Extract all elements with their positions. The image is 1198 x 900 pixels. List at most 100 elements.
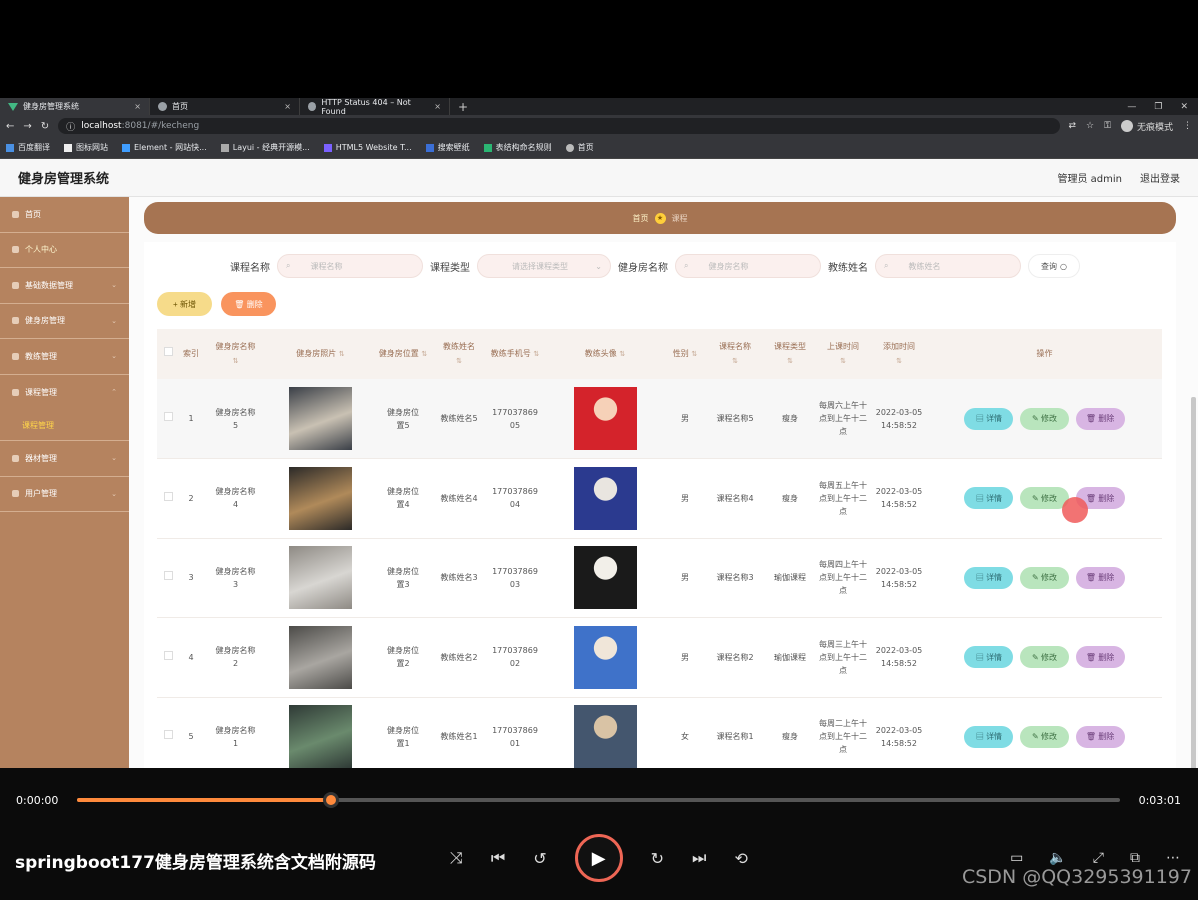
sidebar-item-equipment[interactable]: 器材管理 ⌄: [0, 441, 129, 477]
sidebar-item-coach[interactable]: 教练管理 ⌄: [0, 339, 129, 375]
detail-button[interactable]: ▤ 详情: [964, 487, 1014, 510]
logout-link[interactable]: 退出登录: [1140, 170, 1180, 185]
menu-icon[interactable]: ⋮: [1183, 121, 1192, 131]
edit-button[interactable]: ✎ 修改: [1020, 407, 1069, 430]
tab-gym-system[interactable]: 健身房管理系统 ×: [0, 98, 150, 115]
key-icon[interactable]: ⚿: [1104, 121, 1111, 131]
select-all-checkbox[interactable]: [163, 347, 173, 356]
progress-handle[interactable]: [323, 792, 339, 808]
sidebar-item-gym[interactable]: 健身房管理 ⌄: [0, 304, 129, 339]
query-button[interactable]: 查询 ○: [1028, 254, 1080, 278]
tab-home[interactable]: 首页 ×: [150, 98, 300, 115]
close-icon[interactable]: ×: [284, 102, 291, 111]
star-icon[interactable]: ☆: [1086, 121, 1094, 131]
col-gender[interactable]: 性别 ⇅: [665, 329, 705, 379]
row-checkbox[interactable]: [163, 412, 173, 421]
back-icon[interactable]: ←: [6, 121, 14, 132]
coach-icon: [12, 352, 19, 360]
sidebar-item-base-data[interactable]: 基础数据管理 ⌄: [0, 268, 129, 304]
detail-button[interactable]: ▤ 详情: [964, 646, 1014, 669]
coach-name-input[interactable]: ⌕ 教练姓名: [875, 254, 1021, 278]
progress-bar[interactable]: [77, 798, 1120, 802]
row-delete-button[interactable]: 🗑 删除: [1075, 725, 1125, 748]
sidebar-item-course[interactable]: 课程管理 ⌃: [0, 375, 129, 411]
minimize-icon[interactable]: —: [1127, 102, 1136, 112]
detail-button[interactable]: ▤ 详情: [964, 407, 1014, 430]
previous-icon[interactable]: ⏮: [491, 848, 505, 868]
edit-button[interactable]: ✎ 修改: [1020, 646, 1069, 669]
bookmark-item[interactable]: Element - 网站快...: [122, 142, 207, 153]
edit-button[interactable]: ✎ 修改: [1020, 566, 1069, 589]
row-delete-button[interactable]: 🗑 删除: [1075, 566, 1125, 589]
bookmark-item[interactable]: 百度翻译: [6, 142, 50, 153]
row-delete-button[interactable]: 🗑 删除: [1075, 407, 1125, 430]
user-icon: [12, 246, 19, 254]
rewind-10-icon[interactable]: ↺: [533, 849, 546, 868]
incognito-indicator[interactable]: 无痕模式: [1120, 120, 1173, 133]
course-type-select[interactable]: 请选择课程类型 ⌄: [477, 254, 611, 278]
url-path: :8081/#/kecheng: [121, 121, 200, 131]
fullscreen-icon[interactable]: ⤢: [1093, 850, 1104, 866]
close-window-icon[interactable]: ✕: [1180, 102, 1188, 112]
col-course-type[interactable]: 课程类型 ⇅: [765, 329, 815, 379]
cell-gym-location: 健身房位置4: [373, 458, 433, 539]
gym-name-input[interactable]: ⌕ 健身房名称: [675, 254, 821, 278]
col-index[interactable]: 索引: [179, 329, 203, 379]
repeat-icon[interactable]: ⟲: [734, 849, 747, 868]
sidebar-subitem-course[interactable]: 课程管理: [0, 410, 129, 441]
next-icon[interactable]: ⏭: [692, 848, 706, 868]
col-coach-avatar[interactable]: 教练头像 ⇅: [545, 329, 665, 379]
more-icon[interactable]: ⋯: [1166, 850, 1180, 866]
delete-button[interactable]: 🗑 删除: [221, 292, 276, 316]
col-added-time[interactable]: 添加时间 ⇅: [871, 329, 927, 379]
shuffle-icon[interactable]: ⤨: [450, 848, 463, 868]
col-coach-name[interactable]: 教练姓名 ⇅: [433, 329, 485, 379]
row-delete-button[interactable]: 🗑 删除: [1075, 646, 1125, 669]
pip-icon[interactable]: ⧉: [1130, 850, 1140, 866]
col-class-time[interactable]: 上课时间 ⇅: [815, 329, 871, 379]
bookmark-item[interactable]: HTML5 Website T...: [323, 143, 412, 152]
col-gym-location[interactable]: 健身房位置 ⇅: [373, 329, 433, 379]
add-button[interactable]: + 新增: [157, 292, 212, 316]
action-row: + 新增 🗑 删除: [157, 292, 276, 316]
app-header: 健身房管理系统 管理员 admin 退出登录: [0, 159, 1198, 197]
course-name-input[interactable]: ⌕ 课程名称: [277, 254, 423, 278]
row-checkbox[interactable]: [163, 730, 173, 740]
row-checkbox[interactable]: [163, 491, 173, 501]
sidebar-item-profile[interactable]: 个人中心: [0, 233, 129, 268]
translate-icon[interactable]: ⇄: [1069, 121, 1077, 131]
reload-icon[interactable]: ↻: [41, 121, 49, 132]
edit-button[interactable]: ✎ 修改: [1020, 725, 1069, 748]
forward-30-icon[interactable]: ↻: [651, 849, 664, 868]
new-tab-button[interactable]: +: [450, 100, 476, 114]
bookmark-item[interactable]: 搜索壁纸: [425, 142, 470, 153]
breadcrumb-home[interactable]: 首页: [633, 213, 649, 224]
bookmark-item[interactable]: 图标网站: [64, 142, 108, 153]
cell-gym-name: 健身房名称1: [203, 697, 268, 768]
url-input[interactable]: ⓘ localhost:8081/#/kecheng: [58, 118, 1060, 134]
sidebar-item-home[interactable]: 首页: [0, 197, 129, 233]
detail-button[interactable]: ▤ 详情: [964, 566, 1014, 589]
bookmark-item[interactable]: 首页: [565, 142, 594, 153]
col-course-name[interactable]: 课程名称 ⇅: [705, 329, 765, 379]
col-gym-name[interactable]: 健身房名称 ⇅: [203, 329, 268, 379]
close-icon[interactable]: ×: [134, 102, 141, 111]
restore-icon[interactable]: ❐: [1154, 102, 1162, 112]
play-button[interactable]: ▶: [574, 834, 623, 882]
row-checkbox[interactable]: [163, 650, 173, 660]
bookmark-item[interactable]: Layui - 经典开源模...: [220, 142, 310, 153]
cell-course-type: 瑜伽课程: [765, 538, 815, 618]
forward-icon[interactable]: →: [23, 121, 31, 132]
coach-avatar: [573, 546, 637, 610]
subtitles-icon[interactable]: ▭: [1010, 850, 1023, 866]
close-icon[interactable]: ×: [434, 102, 441, 111]
col-gym-photo[interactable]: 健身房照片 ⇅: [268, 329, 373, 379]
row-checkbox[interactable]: [163, 571, 173, 581]
scrollbar[interactable]: [1191, 397, 1196, 768]
tab-404[interactable]: HTTP Status 404 – Not Found ×: [300, 98, 450, 116]
detail-button[interactable]: ▤ 详情: [964, 725, 1014, 748]
bookmark-item[interactable]: 表结构命名规则: [483, 142, 552, 153]
col-coach-phone[interactable]: 教练手机号 ⇅: [485, 329, 545, 379]
volume-icon[interactable]: 🔈: [1049, 850, 1066, 866]
sidebar-item-users[interactable]: 用户管理 ⌄: [0, 477, 129, 512]
